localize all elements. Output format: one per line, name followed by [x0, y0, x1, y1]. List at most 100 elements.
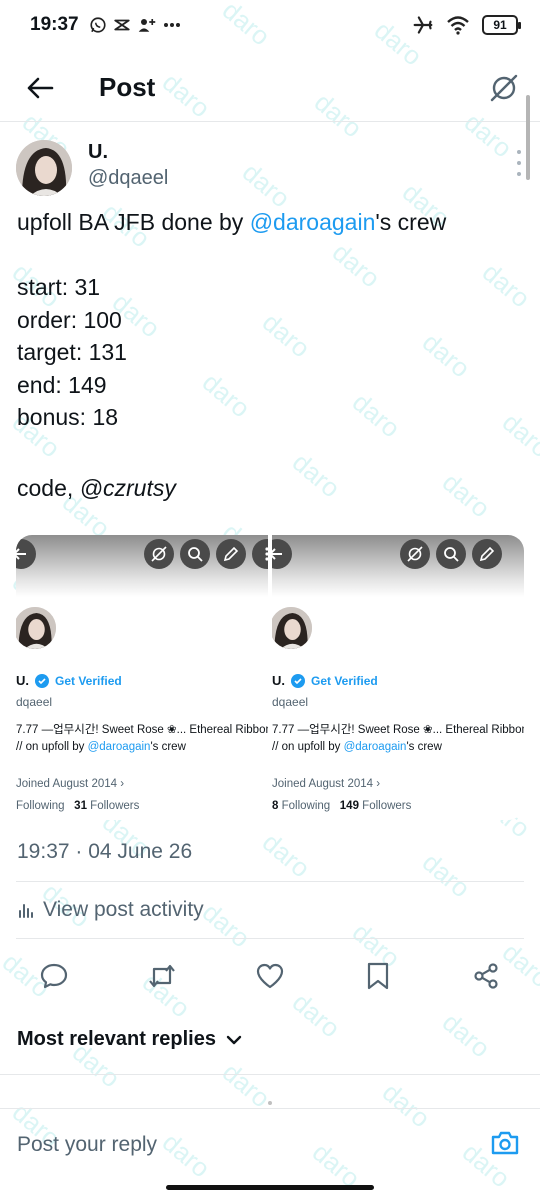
divider [16, 881, 524, 882]
capcut-icon [113, 19, 130, 31]
shot-following-count: 8 [272, 800, 279, 812]
shot-followers-count: 149 [339, 800, 359, 812]
post-text-fragment: upfoll BA JFB done by [17, 209, 250, 235]
code-mention[interactable]: @czrutsy [80, 475, 176, 501]
shot-handle: dqaeel [16, 695, 53, 709]
share-button[interactable] [468, 958, 504, 994]
shot-back-icon [16, 539, 36, 569]
activity-label: View post activity [43, 898, 204, 921]
reply-button[interactable] [36, 958, 72, 994]
reply-composer: Post your reply [0, 1108, 540, 1178]
back-button[interactable] [20, 68, 60, 108]
shot-follow-counts: 8 Following 149 Followers [272, 800, 411, 812]
shot-bio-line: 7.77 —업무시간! Sweet Rose ❀... Ethereal Rib… [272, 724, 524, 736]
mention-link[interactable]: @daroagain [250, 209, 376, 235]
whatsapp-icon [90, 17, 106, 33]
shot-edit-icon [216, 539, 246, 569]
shot-avatar [272, 605, 314, 651]
action-bar [36, 955, 504, 997]
more-dot [517, 161, 521, 165]
shot-back-icon [272, 539, 292, 569]
shot-followers-label: Followers [90, 800, 140, 812]
verified-icon [291, 673, 305, 688]
status-time: 19:37 [30, 14, 79, 35]
post-header: Post [0, 54, 540, 122]
arrow-left-icon [27, 77, 54, 99]
shot-bio-fragment: // on upfoll by [272, 741, 344, 753]
avatar[interactable] [16, 140, 72, 196]
bookmark-icon [367, 962, 389, 990]
stat-line: target: 131 [17, 339, 127, 365]
reply-input[interactable]: Post your reply [17, 1133, 157, 1157]
author-name[interactable]: U. [88, 141, 108, 164]
shot-search-icon [180, 539, 210, 569]
chevron-down-icon [226, 1035, 242, 1044]
replies-sort-dropdown[interactable]: Most relevant replies [17, 1028, 242, 1051]
post-timestamp[interactable]: 19:37 · 04 June 26 [17, 840, 192, 864]
share-icon [474, 963, 498, 989]
battery-indicator: 91 [482, 15, 521, 35]
code-line: code, @czrutsy [17, 472, 517, 505]
bookmark-button[interactable] [360, 958, 396, 994]
get-verified-label: Get Verified [311, 673, 378, 688]
camera-button[interactable] [490, 1129, 520, 1159]
airplane-icon [413, 16, 433, 34]
post-media: U. Get Verified dqaeel 7.77 —업무시간! Sweet… [16, 535, 524, 820]
repost-button[interactable] [144, 958, 180, 994]
replies-sort-label: Most relevant replies [17, 1028, 216, 1050]
watermark: daro [196, 896, 256, 954]
shot-edit-icon [472, 539, 502, 569]
person-add-icon [138, 19, 155, 32]
media-image-1[interactable]: U. Get Verified dqaeel 7.77 —업무시간! Sweet… [16, 535, 268, 820]
status-right: 91 [412, 15, 521, 35]
page-title: Post [99, 72, 156, 102]
shot-followers-label: Followers [362, 800, 412, 812]
shot-name: U. [272, 673, 285, 688]
verified-icon [35, 673, 49, 688]
author-handle[interactable]: @dqaeel [88, 167, 168, 190]
more-dot [517, 172, 521, 176]
stat-line: start: 31 [17, 274, 101, 300]
post-author: U. @dqaeel [16, 138, 526, 198]
get-verified-label: Get Verified [55, 673, 122, 688]
more-notifications-icon [163, 23, 180, 27]
shot-joined-text: Joined August 2014 [272, 778, 374, 790]
grok-button[interactable] [484, 68, 524, 108]
shot-grok-icon [144, 539, 174, 569]
shot-name-row: U. Get Verified [16, 673, 122, 688]
shot-bio-line: 7.77 —업무시간! Sweet Rose ❀... Ethereal Rib… [16, 724, 268, 736]
media-image-2[interactable]: U. Get Verified dqaeel 7.77 —업무시간! Sweet… [272, 535, 524, 820]
divider [16, 938, 524, 939]
more-options-button[interactable] [512, 150, 526, 176]
shot-followers-count: 31 [74, 800, 87, 812]
loading-dot [268, 1101, 272, 1105]
notification-icons [89, 16, 181, 34]
shot-joined: Joined August 2014 › [272, 778, 381, 790]
avatar-image [16, 140, 72, 196]
code-label: code, [17, 475, 80, 501]
shot-name-row: U. Get Verified [272, 673, 378, 688]
heart-icon [256, 963, 284, 989]
watermark: daro [216, 1056, 276, 1114]
battery-level: 91 [493, 18, 507, 32]
more-dot [517, 150, 521, 154]
shot-joined: Joined August 2014 › [16, 778, 125, 790]
like-button[interactable] [252, 958, 288, 994]
camera-icon [491, 1131, 519, 1155]
stat-line: bonus: 18 [17, 404, 119, 430]
shot-follow-counts: Following 31 Followers [16, 800, 139, 812]
home-indicator[interactable] [166, 1185, 374, 1190]
post-text: upfoll BA JFB done by @daroagain's crew … [17, 206, 517, 505]
shot-search-icon [436, 539, 466, 569]
grok-icon [490, 74, 518, 102]
wifi-icon [447, 16, 469, 35]
view-post-activity[interactable]: View post activity [17, 898, 204, 922]
shot-bio-fragment: 's crew [150, 741, 186, 753]
watermark: daro [416, 846, 476, 904]
scrollbar[interactable] [526, 95, 530, 180]
shot-name: U. [16, 673, 29, 688]
shot-handle: dqaeel [272, 695, 309, 709]
status-left: 19:37 [30, 14, 181, 36]
